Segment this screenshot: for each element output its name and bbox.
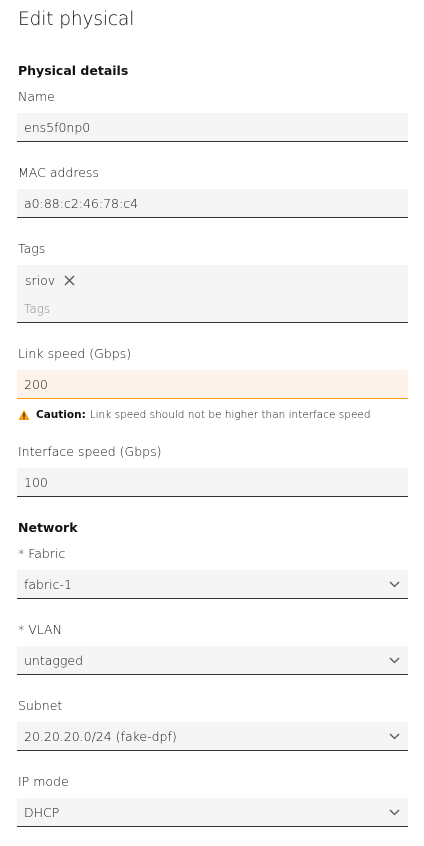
link-speed-field[interactable]: 200 (17, 370, 408, 399)
mac-address-field[interactable]: a0:88:c2:46:78:c4 (17, 189, 408, 218)
chevron-down-icon (388, 578, 400, 590)
link-speed-label: Link speed (Gbps) (18, 346, 132, 361)
tags-label: Tags (18, 241, 46, 256)
subnet-label: Subnet (18, 698, 63, 713)
subnet-value: 20.20.20.0/24 (fake-dpf) (24, 728, 177, 744)
ip-mode-select[interactable]: DHCP (17, 798, 408, 827)
interface-speed-field[interactable]: 100 (17, 468, 408, 497)
fabric-select[interactable]: fabric-1 (17, 570, 408, 599)
chevron-down-icon (388, 654, 400, 666)
mac-address-value: a0:88:c2:46:78:c4 (24, 195, 139, 211)
fabric-value: fabric-1 (24, 576, 72, 592)
section-heading-network: Network (18, 520, 78, 535)
caution-message: Link speed should not be higher than int… (89, 409, 371, 421)
tags-field: sriov (17, 265, 408, 323)
fabric-label: * Fabric (18, 546, 66, 561)
name-value: ens5f0np0 (24, 119, 91, 135)
warning-icon (18, 409, 30, 421)
chevron-down-icon (388, 730, 400, 742)
tags-input[interactable] (24, 301, 394, 317)
interface-speed-label: Interface speed (Gbps) (18, 444, 162, 459)
tag-chip: sriov (25, 273, 75, 288)
subnet-select[interactable]: 20.20.20.0/24 (fake-dpf) (17, 722, 408, 751)
interface-speed-value: 100 (24, 474, 48, 490)
mac-address-label: MAC address (18, 165, 99, 180)
close-icon[interactable] (63, 275, 75, 287)
link-speed-value: 200 (24, 376, 48, 392)
name-field[interactable]: ens5f0np0 (17, 113, 408, 142)
name-label: Name (18, 89, 55, 104)
ip-mode-value: DHCP (24, 804, 60, 820)
section-heading-physical-details: Physical details (18, 63, 129, 78)
tag-chip-label: sriov (25, 273, 56, 288)
chevron-down-icon (388, 806, 400, 818)
ip-mode-label: IP mode (18, 774, 69, 789)
vlan-value: untagged (24, 652, 84, 668)
page-title: Edit physical (18, 9, 135, 30)
vlan-select[interactable]: untagged (17, 646, 408, 675)
link-speed-caution: Caution: Link speed should not be higher… (18, 409, 371, 421)
vlan-label: * VLAN (18, 622, 62, 637)
caution-title: Caution: (36, 409, 86, 421)
